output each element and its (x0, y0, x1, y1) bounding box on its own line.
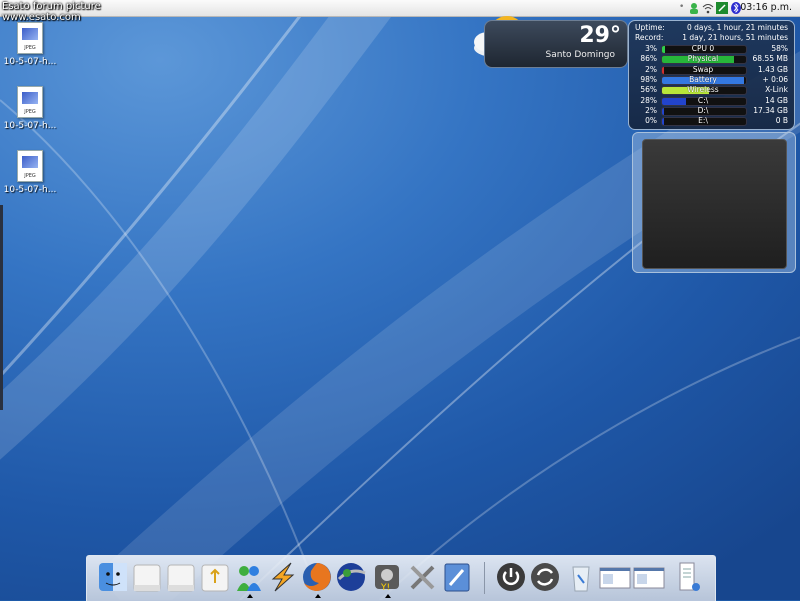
meter-row: 2% D:\ 17.34 GB (635, 106, 788, 116)
desktop-file-icon[interactable]: JPEG 10-5-07-h... (0, 22, 60, 67)
meter-percent: 28% (640, 95, 657, 105)
meter-row: 2% Swap 1.43 GB (635, 65, 788, 75)
watermark: Esato forum picture www.esato.com (2, 1, 101, 23)
preview-screen (642, 139, 787, 269)
drive-icon[interactable] (165, 561, 197, 595)
record-label: Record: (635, 33, 664, 42)
yahoo-messenger-icon[interactable]: Y! (371, 561, 403, 598)
power-icon[interactable] (495, 561, 527, 595)
meter-value: + 0:06 (762, 74, 788, 84)
system-monitor-widget[interactable]: Uptime: 0 days, 1 hour, 21 minutes Recor… (628, 20, 795, 130)
meter-name: D:\ (697, 105, 709, 115)
meter-row: 56% Wireless X-Link (635, 85, 788, 96)
messenger-icon[interactable] (233, 561, 265, 598)
meter-percent: 0% (645, 116, 657, 126)
weather-temperature: 29° (579, 23, 621, 48)
meter-value: 0 B (775, 116, 788, 126)
weather-city: Santo Domingo (545, 50, 615, 60)
watermark-line1: Esato forum picture (2, 1, 101, 12)
meter-name: C:\ (697, 95, 709, 105)
uptime-value: 0 days, 1 hour, 21 minutes (686, 23, 788, 32)
meter-value: 68.55 MB (752, 54, 788, 64)
user-status-icon[interactable] (688, 2, 700, 14)
firefox-icon[interactable] (301, 561, 333, 598)
side-panel-handle[interactable] (0, 205, 3, 410)
desktop-file-icon[interactable]: JPEG 10-5-07-h... (0, 150, 60, 195)
meter-percent: 86% (640, 54, 657, 64)
document-icon[interactable] (671, 561, 703, 595)
window-thumbnail-icon[interactable] (633, 561, 665, 595)
google-earth-icon[interactable] (335, 561, 367, 595)
sync-icon[interactable] (529, 561, 561, 595)
top-panel: › • 03:16 p.m. (0, 0, 800, 17)
meter-name: Battery (689, 74, 717, 84)
meter-value: 1.43 GB (757, 64, 788, 74)
jpeg-file-icon: JPEG (17, 86, 43, 118)
winamp-icon[interactable] (267, 561, 299, 595)
panel-clock[interactable]: 03:16 p.m. (740, 2, 792, 13)
meter-row: 28% C:\ 14 GB (635, 96, 788, 106)
preview-widget[interactable] (632, 132, 796, 273)
finder-icon[interactable] (97, 561, 129, 595)
meter-percent: 2% (645, 64, 657, 74)
desktop-file-icon[interactable]: JPEG 10-5-07-h... (0, 86, 60, 131)
network-icon[interactable] (716, 2, 728, 14)
meter-name: CPU 0 (691, 44, 715, 53)
meter-row: 0% E:\ 0 B (635, 116, 788, 127)
desktop-file-label: 10-5-07-h... (3, 57, 57, 67)
dock: Y! (86, 555, 716, 601)
meter-value: 17.34 GB (753, 105, 788, 115)
meter-name: E:\ (698, 116, 708, 126)
meter-row: 3% CPU 0 58% (635, 44, 788, 54)
meter-list: 3% CPU 0 58% 86% Physical 68.55 MB 2% Swap 1.43 … (635, 44, 788, 128)
wifi-icon[interactable] (702, 2, 714, 14)
meter-name: Wireless (687, 85, 719, 95)
usb-drive-icon[interactable] (199, 561, 231, 595)
jpeg-file-icon: JPEG (17, 22, 43, 54)
meter-percent: 98% (640, 74, 657, 84)
meter-percent: 2% (645, 105, 657, 115)
uptime-label: Uptime: (635, 23, 665, 32)
meter-value: X-Link (765, 85, 788, 95)
record-value: 1 day, 21 hours, 51 minutes (682, 33, 788, 42)
running-indicator (385, 594, 391, 598)
meter-name: Swap (692, 64, 714, 74)
svg-text:Y!: Y! (380, 583, 390, 593)
meter-value: 14 GB (765, 95, 788, 105)
meter-value: 58% (771, 44, 788, 53)
window-thumbnail-icon[interactable] (599, 561, 631, 595)
meter-percent: 56% (640, 85, 657, 95)
weather-widget[interactable]: 29° Santo Domingo (484, 20, 628, 68)
desktop-file-label: 10-5-07-h... (3, 121, 57, 131)
jpeg-file-icon: JPEG (17, 150, 43, 182)
system-preferences-icon[interactable] (441, 561, 473, 595)
running-indicator (315, 594, 321, 598)
dock-separator (484, 562, 485, 594)
meter-percent: 3% (645, 44, 657, 53)
utilities-icon[interactable] (407, 561, 439, 595)
running-indicator (247, 594, 253, 598)
drive-icon[interactable] (131, 561, 163, 595)
meter-name: Physical (687, 54, 719, 64)
trash-icon[interactable] (565, 561, 597, 595)
meter-row: 98% Battery + 0:06 (635, 75, 788, 85)
meter-row: 86% Physical 68.55 MB (635, 54, 788, 65)
desktop-file-label: 10-5-07-h... (3, 185, 57, 195)
